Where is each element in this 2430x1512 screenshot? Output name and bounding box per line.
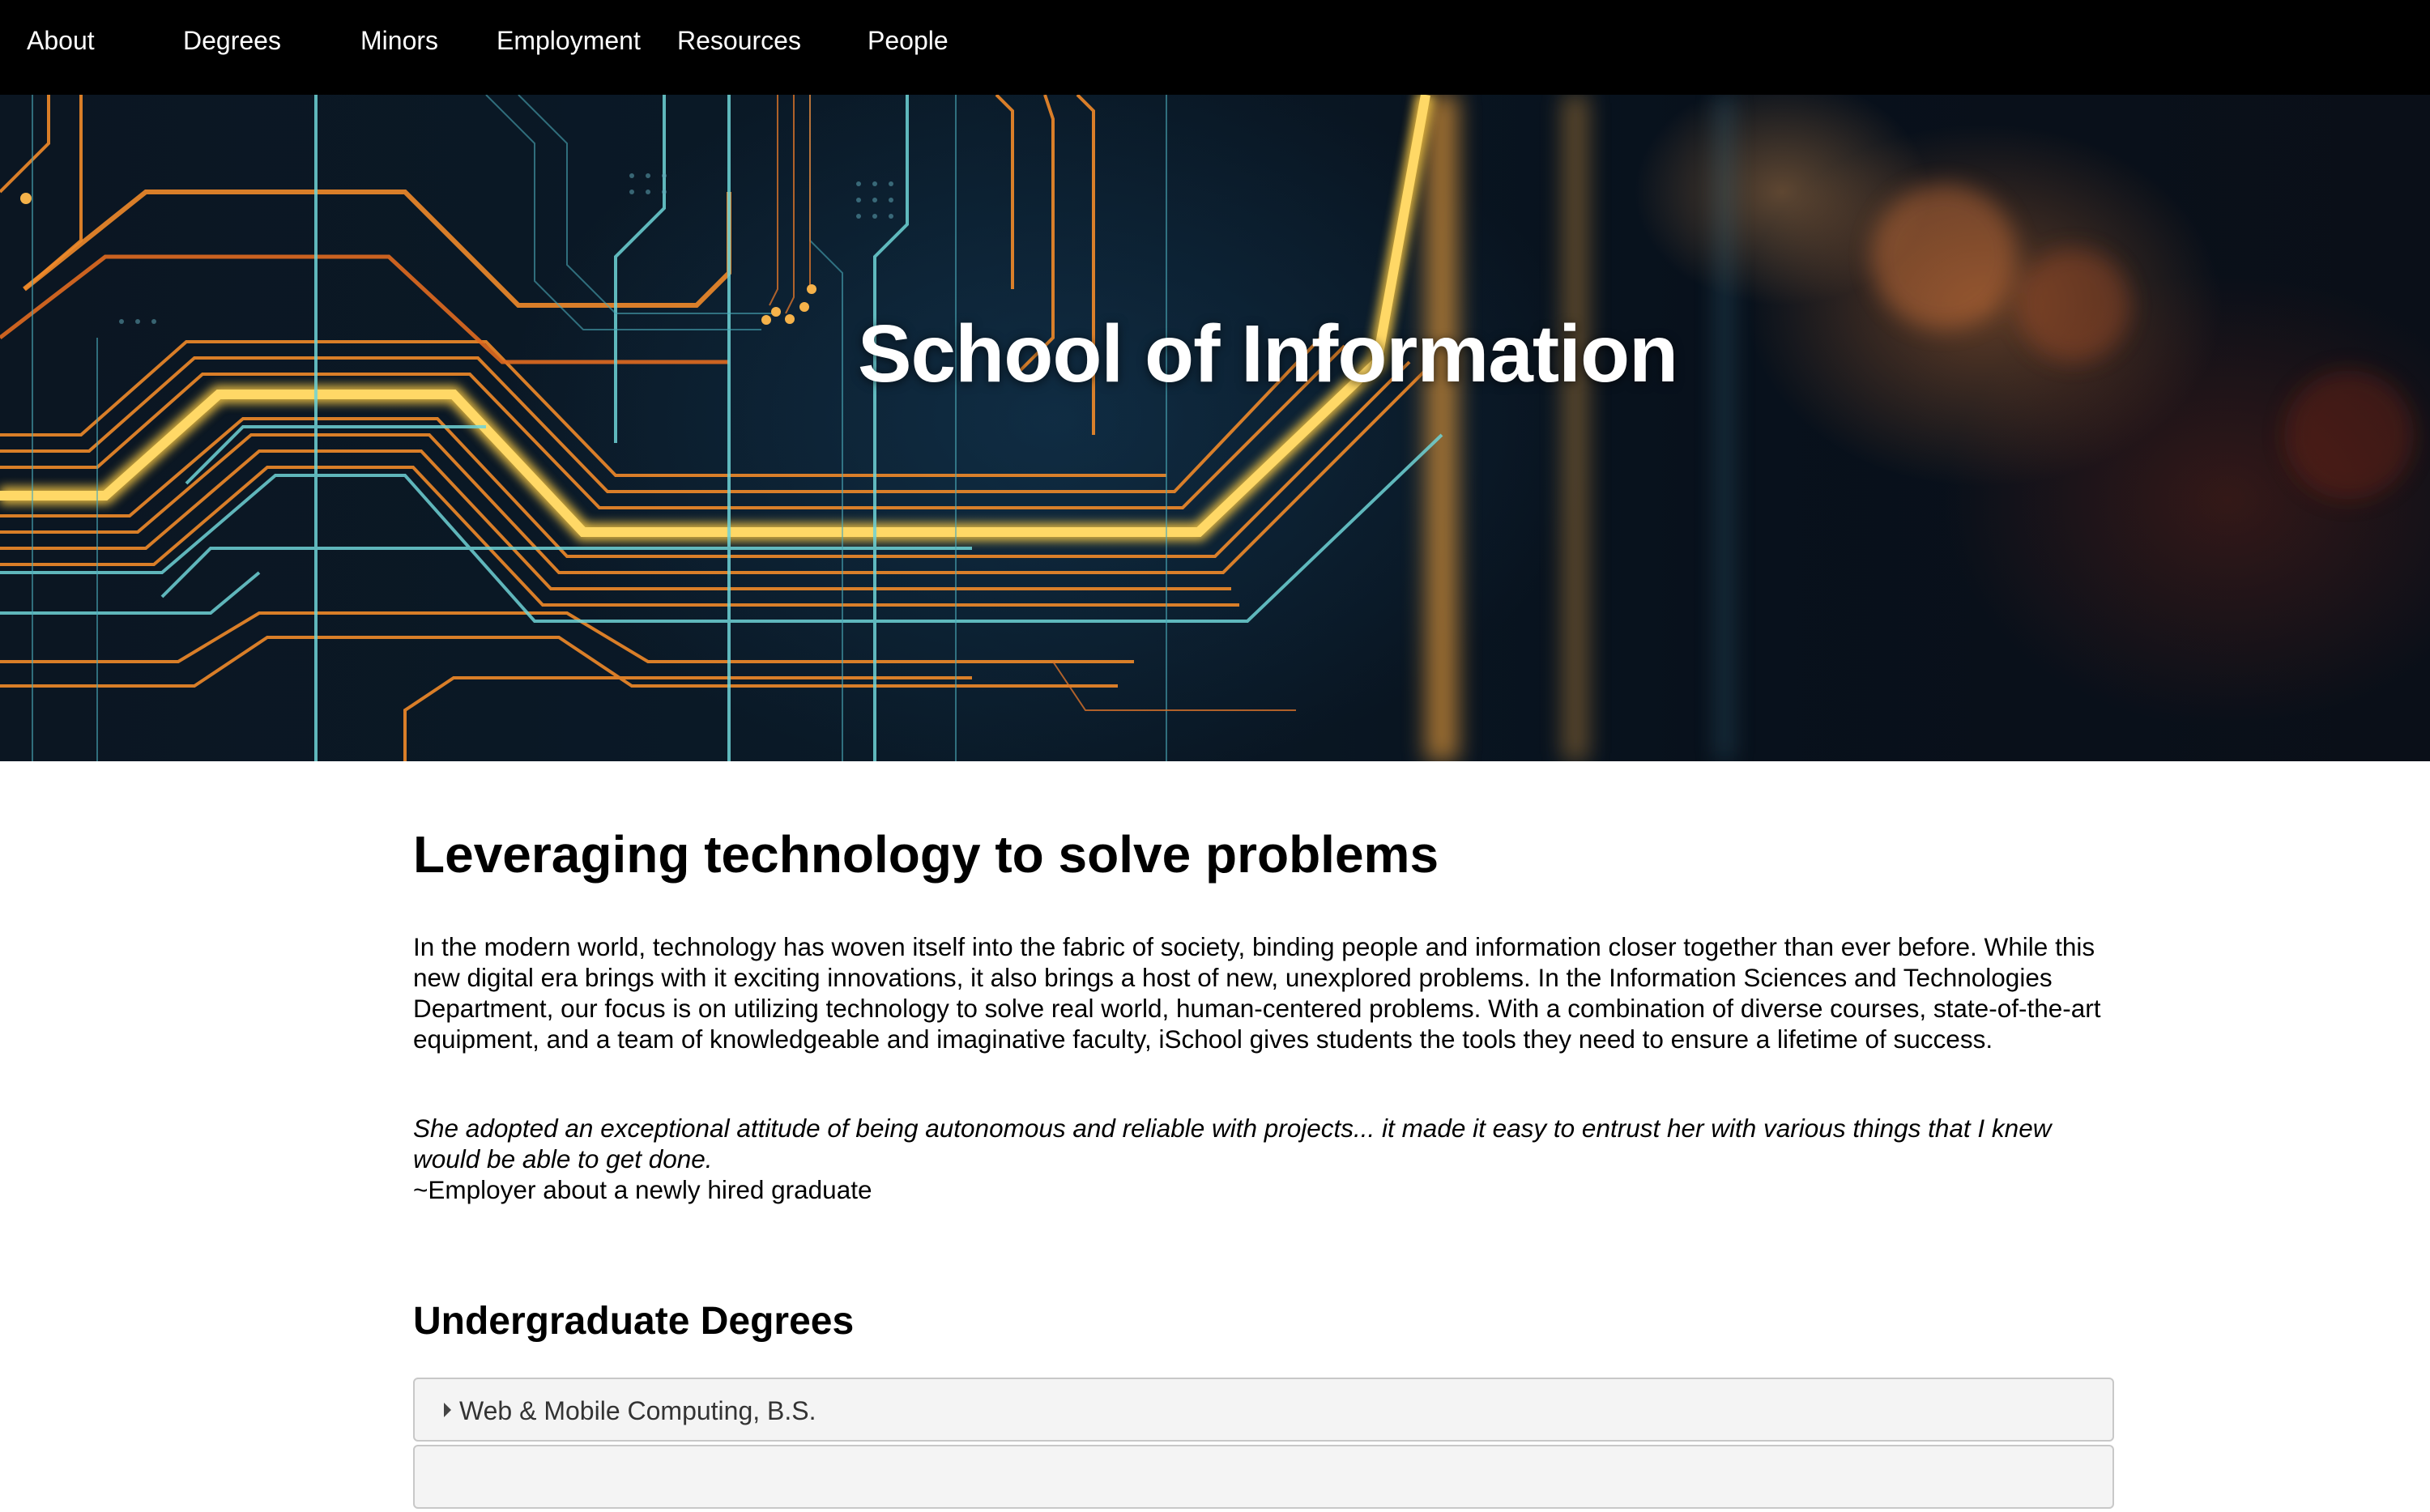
nav-item-minors[interactable]: Minors <box>360 24 438 57</box>
hero-title: School of Information <box>857 309 1678 399</box>
degree-accordion-item[interactable] <box>413 1445 2114 1509</box>
degree-label: Web & Mobile Computing, B.S. <box>459 1396 816 1425</box>
degrees-accordion: Web & Mobile Computing, B.S. <box>413 1378 2114 1512</box>
degree-accordion-item[interactable]: Web & Mobile Computing, B.S. <box>413 1378 2114 1442</box>
circuit-board-background <box>0 95 2414 761</box>
nav-item-people[interactable]: People <box>868 24 949 57</box>
intro-paragraph: In the modern world, technology has wove… <box>413 932 2101 1054</box>
page-heading: Leveraging technology to solve problems <box>413 825 1439 884</box>
top-nav-bar: About Degrees Minors Employment Resource… <box>0 0 2430 95</box>
hero-banner: School of Information <box>0 95 2430 761</box>
nav-item-employment[interactable]: Employment <box>497 24 641 57</box>
caret-right-icon <box>444 1403 451 1417</box>
undergraduate-degrees-heading: Undergraduate Degrees <box>413 1300 855 1343</box>
nav-item-degrees[interactable]: Degrees <box>183 24 281 57</box>
nav-item-about[interactable]: About <box>27 24 95 57</box>
testimonial-quote: She adopted an exceptional attitude of b… <box>413 1114 2052 1173</box>
testimonial-attribution: ~Employer about a newly hired graduate <box>413 1175 872 1204</box>
nav-item-resources[interactable]: Resources <box>677 24 801 57</box>
